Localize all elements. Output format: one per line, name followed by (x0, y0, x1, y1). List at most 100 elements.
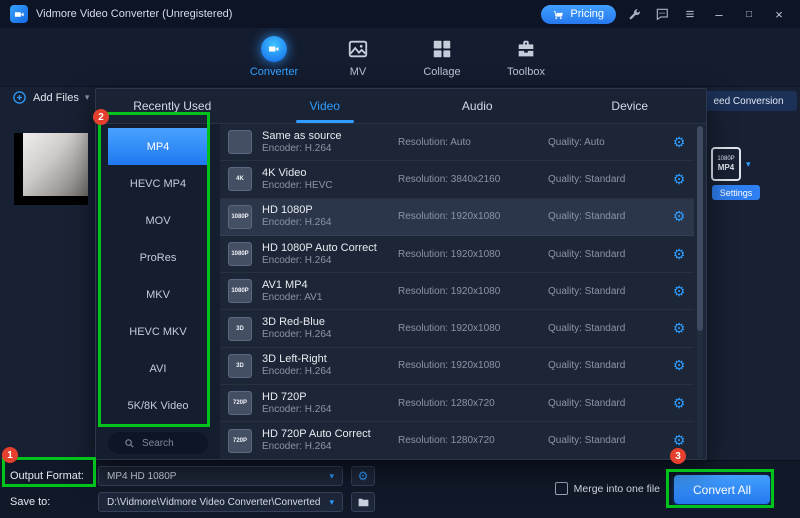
pricing-button[interactable]: Pricing (541, 4, 616, 24)
preset-name: 4K Video (262, 166, 307, 179)
preset-format-icon (228, 130, 252, 155)
sidebar-item-hevc-mp4[interactable]: HEVC MP4 (108, 165, 208, 202)
tab-device[interactable]: Device (554, 89, 707, 123)
converter-icon (261, 36, 287, 62)
preset-settings-gear-icon[interactable]: ⚙ (668, 320, 690, 337)
video-thumbnail (14, 133, 88, 205)
save-to-label: Save to: (10, 496, 51, 508)
file-settings-label: Settings (719, 187, 753, 198)
sidebar-item-mp4[interactable]: MP4 (108, 128, 208, 165)
preset-row-same-as-source[interactable]: Same as source Encoder: H.264 Resolution… (220, 124, 694, 162)
preset-name: 3D Red-Blue (262, 316, 325, 329)
preset-list: Same as source Encoder: H.264 Resolution… (220, 124, 706, 459)
tab-audio[interactable]: Audio (401, 89, 554, 123)
file-settings-button[interactable]: Settings (712, 185, 760, 200)
preset-resolution: Resolution: Auto (398, 136, 471, 148)
app-window: Vidmore Video Converter (Unregistered) P… (0, 0, 800, 518)
preset-settings-gear-icon[interactable]: ⚙ (668, 208, 690, 225)
speed-conversion-banner[interactable]: eed Conversion (700, 91, 797, 111)
step-1-number: 1 (7, 449, 13, 461)
add-files-caret-icon: ▾ (84, 92, 90, 102)
preset-row-3d-red-blue[interactable]: 3D 3D Red-Blue Encoder: H.264 Resolution… (220, 310, 694, 348)
save-to-dropdown[interactable]: D:\Vidmore\Vidmore Video Converter\Conve… (98, 492, 343, 512)
preset-resolution: Resolution: 1920x1080 (398, 285, 501, 297)
step-badge-3: 3 (670, 448, 686, 464)
format-panel-body: MP4 HEVC MP4 MOV ProRes MKV HEVC MKV AVI… (96, 124, 706, 459)
preset-format-icon: 3D (228, 316, 252, 341)
preset-row-hd-720p-auto-correct[interactable]: 720P HD 720P Auto Correct Encoder: H.264… (220, 422, 694, 459)
preset-row-3d-left-right[interactable]: 3D 3D Left-Right Encoder: H.264 Resoluti… (220, 348, 694, 386)
preset-list-scrollbar[interactable] (697, 126, 703, 458)
output-format-row: Output Format: MP4 HD 1080P ▾ ⚙ (0, 465, 375, 487)
preset-row-av1-mp4[interactable]: 1080P AV1 MP4 Encoder: AV1 Resolution: 1… (220, 273, 694, 311)
tab-video[interactable]: Video (249, 89, 402, 123)
preset-settings-gear-icon[interactable]: ⚙ (668, 432, 690, 449)
preset-quality: Quality: Standard (548, 397, 626, 409)
preset-icon-badge: 1080P (231, 213, 249, 220)
preset-encoder: Encoder: H.264 (262, 142, 332, 154)
close-button[interactable]: × (768, 4, 790, 24)
preset-encoder: Encoder: H.264 (262, 441, 332, 453)
tab-collage[interactable]: Collage (410, 36, 474, 78)
preset-quality: Quality: Standard (548, 285, 626, 297)
preset-text: HD 720P Auto Correct Encoder: H.264 (262, 428, 388, 453)
preset-quality: Quality: Standard (548, 435, 626, 447)
minimize-button[interactable]: – (708, 4, 730, 24)
format-search-box[interactable] (108, 432, 208, 454)
preset-row-4k-video[interactable]: 4K 4K Video Encoder: HEVC Resolution: 38… (220, 161, 694, 199)
sidebar-item-mov[interactable]: MOV (108, 202, 208, 239)
open-folder-button[interactable] (351, 492, 375, 512)
maximize-button[interactable]: □ (738, 4, 760, 24)
tab-converter[interactable]: Converter (242, 36, 306, 78)
preset-format-icon: 720P (228, 428, 252, 453)
add-files-label: Add Files (33, 91, 79, 104)
preset-settings-gear-icon[interactable]: ⚙ (668, 395, 690, 412)
output-format-label: Output Format: (10, 470, 84, 482)
preset-settings-gear-icon[interactable]: ⚙ (668, 134, 690, 151)
tab-toolbox-label: Toolbox (507, 66, 545, 78)
preset-resolution: Resolution: 3840x2160 (398, 173, 501, 185)
preset-icon-badge: 720P (232, 437, 247, 444)
merge-into-one-file-checkbox[interactable]: Merge into one file (554, 482, 660, 495)
sidebar-item-avi[interactable]: AVI (108, 350, 208, 387)
convert-all-button[interactable]: Convert All (674, 475, 770, 504)
search-input[interactable] (140, 436, 192, 450)
preset-row-hd-720p[interactable]: 720P HD 720P Encoder: H.264 Resolution: … (220, 385, 694, 423)
sidebar-item-5k8k[interactable]: 5K/8K Video (108, 387, 208, 424)
preset-resolution: Resolution: 1920x1080 (398, 248, 501, 260)
preset-settings-gear-icon[interactable]: ⚙ (668, 246, 690, 263)
preset-format-icon: 1080P (228, 204, 252, 229)
format-panel-tabs: Recently Used Video Audio Device (96, 89, 706, 124)
output-settings-gear-button[interactable]: ⚙ (351, 466, 375, 486)
preset-format-icon: 3D (228, 353, 252, 378)
preset-text: 4K Video Encoder: HEVC (262, 167, 388, 192)
tab-recently-used[interactable]: Recently Used (96, 89, 249, 123)
menu-hamburger-icon[interactable]: ≡ (680, 4, 700, 24)
output-format-dropdown[interactable]: MP4 HD 1080P ▾ (98, 466, 343, 486)
preset-settings-gear-icon[interactable]: ⚙ (668, 283, 690, 300)
window-title: Vidmore Video Converter (Unregistered) (36, 8, 233, 20)
output-format-selector[interactable]: 1080P MP4 ▾ (711, 147, 751, 181)
sidebar-item-hevc-mkv[interactable]: HEVC MKV (108, 313, 208, 350)
preset-settings-gear-icon[interactable]: ⚙ (668, 357, 690, 374)
register-wrench-icon[interactable] (624, 4, 644, 24)
preset-text: 3D Red-Blue Encoder: H.264 (262, 316, 388, 341)
sidebar-item-mp4-label: MP4 (146, 140, 170, 153)
preset-row-hd-1080p[interactable]: 1080P HD 1080P Encoder: H.264 Resolution… (220, 198, 694, 236)
feedback-chat-icon[interactable] (652, 4, 672, 24)
tab-mv[interactable]: MV (326, 36, 390, 78)
preset-quality: Quality: Standard (548, 248, 626, 260)
pricing-label: Pricing (570, 8, 604, 20)
preset-settings-gear-icon[interactable]: ⚙ (668, 171, 690, 188)
sidebar-item-prores-label: ProRes (139, 251, 177, 264)
preset-name: 3D Left-Right (262, 353, 327, 366)
sidebar-item-mkv[interactable]: MKV (108, 276, 208, 313)
preset-icon-badge: 720P (232, 400, 247, 407)
scrollbar-thumb[interactable] (697, 126, 703, 331)
sidebar-item-prores[interactable]: ProRes (108, 239, 208, 276)
tab-toolbox[interactable]: Toolbox (494, 36, 558, 78)
preset-row-hd-1080p-auto-correct[interactable]: 1080P HD 1080P Auto Correct Encoder: H.2… (220, 236, 694, 274)
preset-name: HD 720P Auto Correct (262, 428, 371, 441)
add-files-button[interactable]: Add Files ▾ (12, 90, 89, 105)
preset-format-icon: 720P (228, 391, 252, 416)
